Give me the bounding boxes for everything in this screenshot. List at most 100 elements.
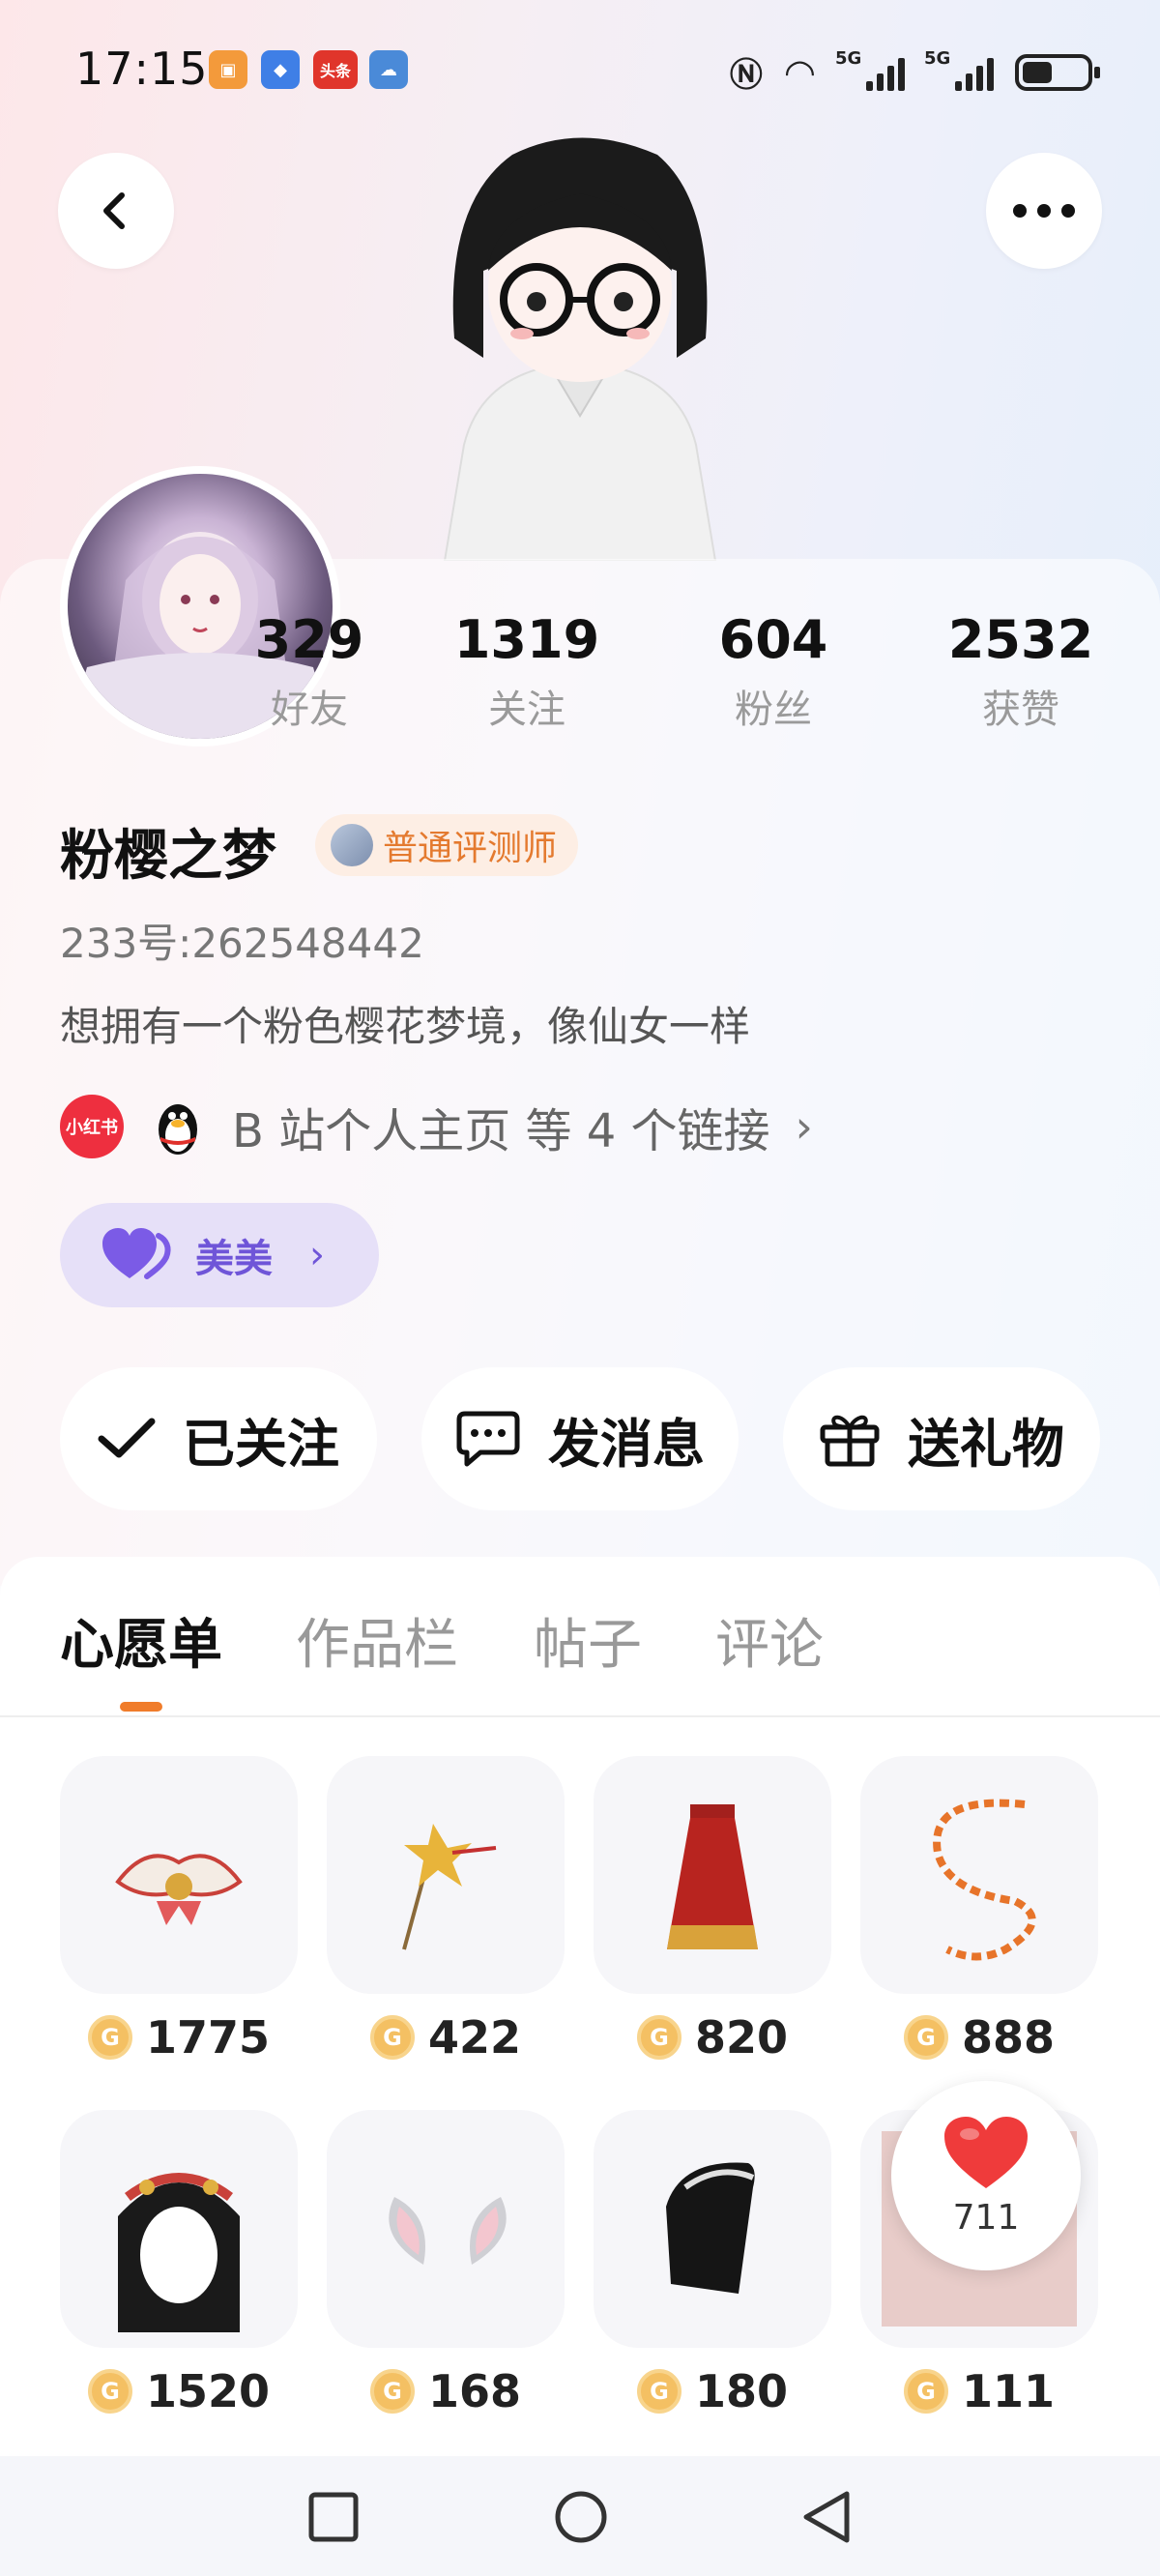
user-name: 粉樱之梦 (60, 825, 276, 888)
character-avatar-3d (443, 137, 717, 561)
user-id: 233号:262548442 (60, 920, 424, 967)
signal-icon-1: 5G (835, 48, 905, 91)
app-icon-orange: ▣ (209, 50, 247, 89)
item-image-hood (666, 2162, 755, 2294)
wishlist-item-5[interactable] (60, 2110, 298, 2348)
message-button[interactable]: 发消息 (421, 1367, 739, 1510)
signal-icon-2: 5G (924, 48, 994, 91)
app-icon-blue: ◆ (261, 50, 300, 89)
signal-label-2: 5G (924, 47, 951, 69)
recents-icon[interactable] (307, 2491, 360, 2543)
item-image-skirt (667, 1804, 758, 1949)
active-tab-indicator (120, 1702, 162, 1712)
wishlist-item-6[interactable] (327, 2110, 565, 2348)
divider (0, 1715, 1160, 1717)
wishlist-item-3[interactable] (594, 1756, 831, 1994)
wishlist-item-1[interactable] (60, 1756, 298, 1994)
status-bar: 17:15 ▣ ◆ 头条 ☁ Ⓝ ◠ 5G 5G (0, 0, 1160, 135)
status-time: 17:15 (75, 43, 209, 95)
stat-label: 关注 (488, 688, 566, 732)
stat-likes[interactable]: 2532 获赞 (924, 609, 1117, 734)
follow-label: 已关注 (183, 1413, 339, 1475)
user-bio: 想拥有一个粉色樱花梦境，像仙女一样 (60, 1003, 751, 1050)
reviewer-badge[interactable]: 普通评测师 (315, 814, 579, 876)
stat-friends[interactable]: 329 好友 (213, 609, 406, 734)
wishlist-item-2[interactable] (327, 1756, 565, 1994)
gift-button[interactable]: 送礼物 (783, 1367, 1100, 1510)
price-3: G 820 (594, 2011, 831, 2064)
price-value: 422 (427, 2011, 522, 2064)
coin-icon: G (87, 2015, 132, 2060)
tag-chip[interactable]: 美美 › (60, 1203, 379, 1307)
stat-label: 获赞 (982, 688, 1059, 732)
item-image-headdress (118, 2173, 240, 2332)
gift-label: 送礼物 (908, 1413, 1064, 1475)
toutiao-icon: 头条 (313, 50, 358, 89)
coin-icon: G (636, 2369, 682, 2414)
stat-following[interactable]: 1319 关注 (430, 609, 624, 734)
coin-icon: G (903, 2369, 948, 2414)
tab-comments[interactable]: 评论 (715, 1601, 824, 1680)
stat-value: 329 (254, 609, 364, 670)
xiaohongshu-icon: 小红书 (60, 1095, 124, 1158)
price-4: G 888 (860, 2011, 1098, 2064)
coin-icon: G (369, 2015, 415, 2060)
chat-bubble-icon (456, 1411, 520, 1467)
coin-icon: G (903, 2015, 948, 2060)
tab-wishlist[interactable]: 心愿单 (60, 1601, 222, 1680)
tab-works[interactable]: 作品栏 (296, 1601, 458, 1680)
stat-value: 604 (718, 609, 828, 670)
message-label: 发消息 (548, 1413, 705, 1475)
stat-value: 1319 (453, 609, 600, 670)
coin-icon: G (87, 2369, 132, 2414)
price-2: G 422 (327, 2011, 565, 2064)
back-button[interactable] (58, 153, 174, 269)
follow-button[interactable]: 已关注 (60, 1367, 377, 1510)
qq-penguin-icon (159, 1104, 197, 1155)
price-value: 1520 (145, 2365, 271, 2417)
nfc-icon: Ⓝ (729, 56, 763, 95)
wishlist-item-4[interactable] (860, 1756, 1098, 1994)
tab-posts[interactable]: 帖子 (534, 1601, 642, 1680)
price-6: G 168 (327, 2365, 565, 2417)
gift-icon (820, 1415, 880, 1467)
stat-label: 好友 (271, 688, 348, 732)
external-links[interactable]: 小红书 B 站个人主页 等 4 个链接 › (60, 1093, 813, 1160)
wifi-icon: ◠ (783, 50, 816, 94)
back-triangle-icon[interactable] (800, 2489, 853, 2545)
price-value: 1775 (145, 2011, 271, 2064)
price-value: 168 (427, 2365, 522, 2417)
more-dots-icon (1013, 204, 1075, 218)
item-image-bunny-ears (389, 2197, 507, 2265)
price-value: 888 (961, 2011, 1056, 2064)
stat-value: 2532 (947, 609, 1094, 670)
home-icon[interactable] (553, 2489, 609, 2545)
item-image-ribbon (933, 1799, 1036, 1961)
chevron-right-icon: › (309, 1233, 325, 1277)
battery-icon (1015, 53, 1100, 91)
stat-fans[interactable]: 604 粉丝 (677, 609, 870, 734)
coin-icon: G (636, 2015, 682, 2060)
badge-icon (331, 824, 373, 866)
stat-label: 粉丝 (735, 688, 812, 732)
system-nav-bar (0, 2456, 1160, 2576)
price-value: 820 (694, 2011, 789, 2064)
tag-label: 美美 (195, 1237, 273, 1281)
more-button[interactable] (986, 153, 1102, 269)
chevron-left-icon (103, 192, 125, 229)
like-floating-button[interactable]: 711 (891, 2081, 1081, 2270)
like-count: 711 (952, 2197, 1020, 2238)
red-heart-icon (944, 2116, 1028, 2188)
price-1: G 1775 (60, 2011, 298, 2064)
price-8: G 111 (860, 2365, 1098, 2417)
price-7: G 180 (594, 2365, 831, 2417)
badge-label: 普通评测师 (383, 829, 558, 868)
chevron-right-icon: › (795, 1100, 813, 1153)
links-text: B 站个人主页 等 4 个链接 (232, 1104, 770, 1158)
signal-label-1: 5G (835, 47, 862, 69)
item-image-collar (115, 1854, 243, 1925)
item-image-hairpin (402, 1824, 497, 1950)
wishlist-item-7[interactable] (594, 2110, 831, 2348)
price-value: 111 (961, 2365, 1056, 2417)
check-icon (98, 1418, 156, 1458)
